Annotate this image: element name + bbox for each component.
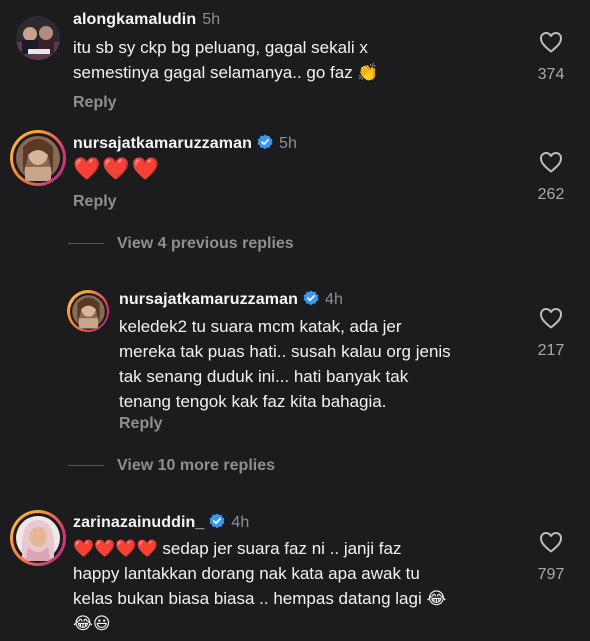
- like-button[interactable]: 797: [521, 531, 581, 584]
- comment-text: ❤️❤️❤️: [73, 156, 161, 181]
- reply-button[interactable]: Reply: [73, 94, 117, 112]
- comment-line: ❤️❤️❤️: [73, 156, 162, 181]
- username-text[interactable]: nursajatkamaruzzaman: [73, 135, 252, 152]
- username-text[interactable]: zarinazainuddin_: [73, 514, 204, 531]
- username-text[interactable]: nursajatkamaruzzaman: [119, 291, 298, 308]
- comment-text: ❤️❤️❤️❤️ sedap jer suara faz ni .. janji…: [73, 536, 446, 636]
- verified-badge-icon: [257, 134, 273, 150]
- heart-icon[interactable]: [539, 531, 563, 553]
- view-more-replies-button[interactable]: View 10 more replies: [68, 457, 275, 475]
- like-count: 217: [537, 342, 565, 359]
- username[interactable]: nursajatkamaruzzaman 5h: [73, 134, 297, 153]
- username[interactable]: zarinazainuddin_ 4h: [73, 513, 249, 532]
- comment-line: semestinya gagal selamanya.. go faz 👏: [73, 63, 379, 82]
- comment-line: tak senang duduk ini... hati banyak tak: [119, 367, 409, 386]
- like-count: 262: [537, 186, 565, 203]
- view-more-replies-label[interactable]: View 10 more replies: [117, 457, 275, 474]
- comment-text: keledek2 tu suara mcm katak, ada jer mer…: [119, 314, 451, 414]
- verified-badge-icon: [209, 513, 225, 529]
- heart-icon[interactable]: [539, 307, 563, 329]
- avatar[interactable]: [16, 16, 60, 60]
- like-button[interactable]: 217: [521, 307, 581, 360]
- comment-line: mereka tak puas hati.. susah kalau org j…: [119, 342, 451, 361]
- divider-line: [68, 243, 104, 245]
- like-count: 797: [537, 566, 565, 583]
- timestamp: 4h: [231, 514, 250, 531]
- username-text[interactable]: alongkamaludin: [73, 11, 196, 28]
- timestamp: 4h: [324, 291, 343, 308]
- view-previous-replies-label[interactable]: View 4 previous replies: [117, 235, 294, 252]
- comment-line: kelas bukan biasa biasa .. hempas datang…: [73, 589, 447, 608]
- verified-badge-icon: [303, 290, 319, 306]
- username[interactable]: nursajatkamaruzzaman 4h: [119, 290, 343, 309]
- like-button[interactable]: 374: [521, 31, 581, 84]
- comments-screen: alongkamaludin 5h itu sb sy ckp bg peluan…: [0, 0, 590, 641]
- timestamp: 5h: [202, 11, 221, 28]
- heart-icon[interactable]: [539, 151, 563, 173]
- comment-line: keledek2 tu suara mcm katak, ada jer: [119, 317, 402, 336]
- comment-line: 😂😃: [73, 614, 111, 633]
- reply-button[interactable]: Reply: [119, 415, 163, 433]
- reply-button[interactable]: Reply: [73, 193, 117, 211]
- like-button[interactable]: 262: [521, 151, 581, 204]
- comment-line: ❤️❤️❤️❤️ sedap jer suara faz ni .. janji…: [73, 539, 402, 558]
- comment-line: itu sb sy ckp bg peluang, gagal sekali x: [73, 38, 368, 57]
- like-count: 374: [537, 66, 565, 83]
- heart-icon[interactable]: [539, 31, 563, 53]
- comment-text: itu sb sy ckp bg peluang, gagal sekali x…: [73, 35, 379, 85]
- comment-line: tenang tengok kak faz kita bahagia.: [119, 392, 387, 411]
- view-previous-replies-button[interactable]: View 4 previous replies: [68, 235, 294, 253]
- username[interactable]: alongkamaludin 5h: [73, 11, 220, 29]
- timestamp: 5h: [278, 135, 297, 152]
- comment-line: happy lantakkan dorang nak kata apa awak…: [73, 564, 420, 583]
- avatar[interactable]: [69, 292, 107, 330]
- avatar[interactable]: [13, 513, 63, 563]
- divider-line: [68, 465, 104, 467]
- avatar[interactable]: [13, 133, 63, 183]
